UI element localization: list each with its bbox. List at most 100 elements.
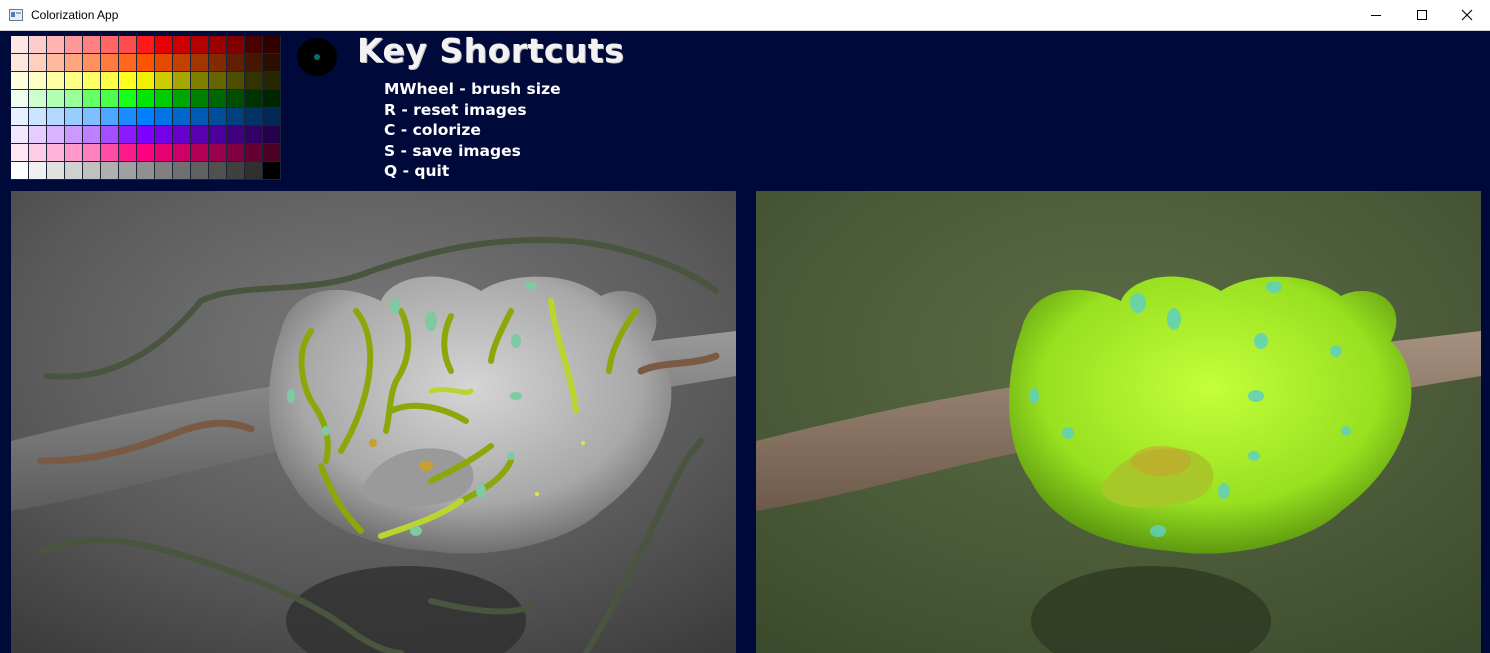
palette-swatch[interactable] xyxy=(47,36,65,54)
color-palette[interactable] xyxy=(11,36,281,180)
palette-swatch[interactable] xyxy=(191,162,209,180)
palette-swatch[interactable] xyxy=(47,126,65,144)
palette-swatch[interactable] xyxy=(119,108,137,126)
palette-swatch[interactable] xyxy=(101,108,119,126)
palette-swatch[interactable] xyxy=(227,126,245,144)
palette-swatch[interactable] xyxy=(227,72,245,90)
palette-swatch[interactable] xyxy=(263,54,281,72)
palette-swatch[interactable] xyxy=(83,162,101,180)
palette-swatch[interactable] xyxy=(137,36,155,54)
palette-swatch[interactable] xyxy=(119,36,137,54)
palette-swatch[interactable] xyxy=(155,54,173,72)
palette-swatch[interactable] xyxy=(173,126,191,144)
palette-swatch[interactable] xyxy=(191,144,209,162)
palette-swatch[interactable] xyxy=(191,54,209,72)
palette-swatch[interactable] xyxy=(263,72,281,90)
palette-swatch[interactable] xyxy=(101,162,119,180)
palette-swatch[interactable] xyxy=(47,54,65,72)
palette-swatch[interactable] xyxy=(191,126,209,144)
palette-swatch[interactable] xyxy=(11,162,29,180)
palette-swatch[interactable] xyxy=(11,126,29,144)
palette-swatch[interactable] xyxy=(155,144,173,162)
palette-swatch[interactable] xyxy=(191,36,209,54)
palette-swatch[interactable] xyxy=(11,108,29,126)
palette-swatch[interactable] xyxy=(29,72,47,90)
palette-swatch[interactable] xyxy=(245,54,263,72)
palette-swatch[interactable] xyxy=(245,144,263,162)
palette-swatch[interactable] xyxy=(137,144,155,162)
palette-swatch[interactable] xyxy=(173,72,191,90)
palette-swatch[interactable] xyxy=(155,72,173,90)
palette-swatch[interactable] xyxy=(83,108,101,126)
palette-swatch[interactable] xyxy=(191,108,209,126)
palette-swatch[interactable] xyxy=(29,90,47,108)
palette-swatch[interactable] xyxy=(227,144,245,162)
palette-swatch[interactable] xyxy=(263,108,281,126)
palette-swatch[interactable] xyxy=(29,126,47,144)
palette-swatch[interactable] xyxy=(29,36,47,54)
palette-swatch[interactable] xyxy=(119,72,137,90)
palette-swatch[interactable] xyxy=(173,144,191,162)
palette-swatch[interactable] xyxy=(263,144,281,162)
palette-swatch[interactable] xyxy=(47,90,65,108)
palette-swatch[interactable] xyxy=(119,90,137,108)
palette-swatch[interactable] xyxy=(155,162,173,180)
palette-swatch[interactable] xyxy=(173,108,191,126)
palette-swatch[interactable] xyxy=(209,162,227,180)
palette-swatch[interactable] xyxy=(65,162,83,180)
palette-swatch[interactable] xyxy=(227,108,245,126)
palette-swatch[interactable] xyxy=(227,36,245,54)
palette-swatch[interactable] xyxy=(119,54,137,72)
palette-swatch[interactable] xyxy=(245,90,263,108)
palette-swatch[interactable] xyxy=(65,54,83,72)
palette-swatch[interactable] xyxy=(137,54,155,72)
palette-swatch[interactable] xyxy=(65,90,83,108)
palette-swatch[interactable] xyxy=(47,72,65,90)
palette-swatch[interactable] xyxy=(263,36,281,54)
title-bar[interactable]: Colorization App xyxy=(0,0,1490,31)
palette-swatch[interactable] xyxy=(101,90,119,108)
palette-swatch[interactable] xyxy=(191,90,209,108)
palette-swatch[interactable] xyxy=(11,54,29,72)
palette-swatch[interactable] xyxy=(137,126,155,144)
palette-swatch[interactable] xyxy=(11,72,29,90)
grayscale-image[interactable] xyxy=(11,191,736,653)
palette-swatch[interactable] xyxy=(83,72,101,90)
palette-swatch[interactable] xyxy=(209,54,227,72)
palette-swatch[interactable] xyxy=(155,90,173,108)
palette-swatch[interactable] xyxy=(173,162,191,180)
palette-swatch[interactable] xyxy=(83,36,101,54)
palette-swatch[interactable] xyxy=(65,108,83,126)
palette-swatch[interactable] xyxy=(137,90,155,108)
palette-swatch[interactable] xyxy=(173,90,191,108)
palette-swatch[interactable] xyxy=(209,144,227,162)
palette-swatch[interactable] xyxy=(227,54,245,72)
palette-swatch[interactable] xyxy=(209,90,227,108)
palette-swatch[interactable] xyxy=(137,72,155,90)
palette-swatch[interactable] xyxy=(101,144,119,162)
palette-swatch[interactable] xyxy=(209,108,227,126)
palette-swatch[interactable] xyxy=(191,72,209,90)
palette-swatch[interactable] xyxy=(119,144,137,162)
palette-swatch[interactable] xyxy=(155,126,173,144)
palette-swatch[interactable] xyxy=(137,162,155,180)
palette-swatch[interactable] xyxy=(47,162,65,180)
palette-swatch[interactable] xyxy=(47,144,65,162)
palette-swatch[interactable] xyxy=(47,108,65,126)
palette-swatch[interactable] xyxy=(101,72,119,90)
minimize-button[interactable] xyxy=(1353,0,1399,30)
palette-swatch[interactable] xyxy=(245,36,263,54)
palette-swatch[interactable] xyxy=(245,72,263,90)
palette-swatch[interactable] xyxy=(245,126,263,144)
palette-swatch[interactable] xyxy=(65,72,83,90)
palette-swatch[interactable] xyxy=(209,36,227,54)
palette-swatch[interactable] xyxy=(173,54,191,72)
palette-swatch[interactable] xyxy=(11,36,29,54)
palette-swatch[interactable] xyxy=(65,126,83,144)
palette-swatch[interactable] xyxy=(11,90,29,108)
palette-swatch[interactable] xyxy=(83,54,101,72)
palette-swatch[interactable] xyxy=(65,144,83,162)
palette-swatch[interactable] xyxy=(101,54,119,72)
palette-swatch[interactable] xyxy=(29,162,47,180)
palette-swatch[interactable] xyxy=(155,36,173,54)
